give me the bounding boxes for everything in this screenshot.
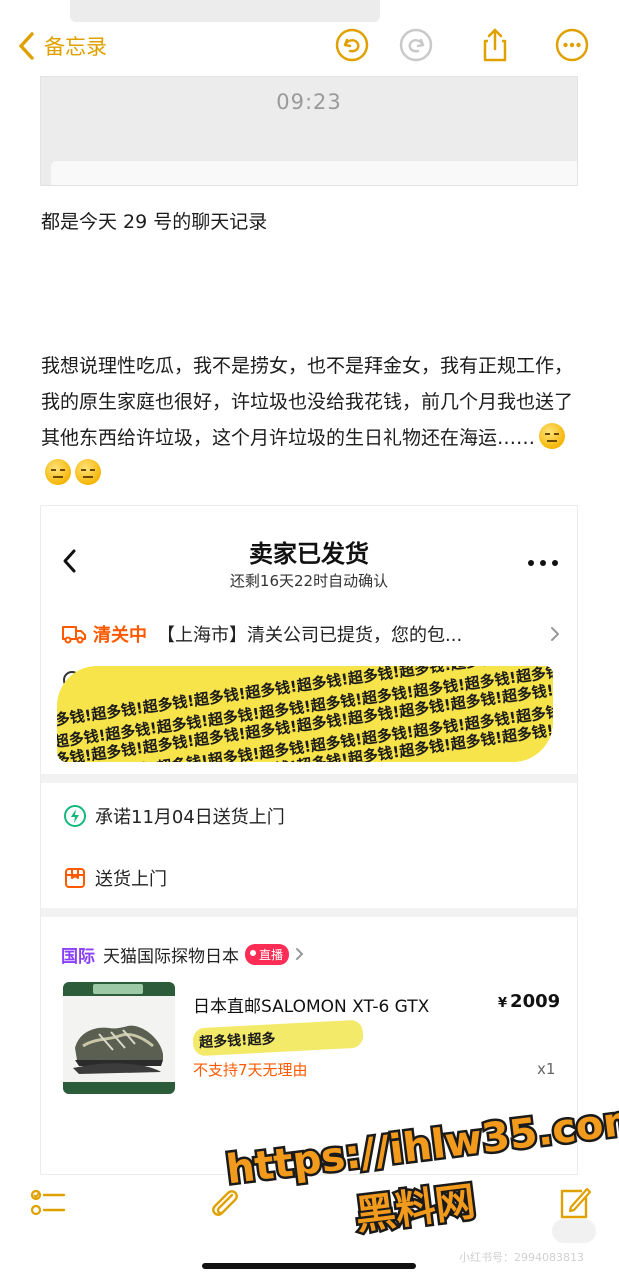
more-dots-icon xyxy=(528,560,558,566)
chat-bubble xyxy=(51,161,577,185)
door-delivery-row: 送货上门 xyxy=(63,863,167,893)
logistics-status: 清关中 xyxy=(93,625,147,646)
expressionless-face-icon xyxy=(75,459,101,485)
logistics-row: 清关中 【上海市】清关公司已提货，您的包... xyxy=(61,618,561,650)
no-return-notice: 不支持7天无理由 xyxy=(193,1061,308,1079)
shop-row: 国际 天猫国际探物日本 直播 xyxy=(61,940,305,968)
home-indicator[interactable] xyxy=(202,1263,416,1269)
package-icon xyxy=(65,868,85,888)
thumbnail-footer xyxy=(63,1082,175,1094)
back-button[interactable]: 备忘录 xyxy=(14,28,107,64)
delivery-promise-text: 承诺11月04日送货上门 xyxy=(95,807,285,828)
xhs-logo xyxy=(552,1219,596,1243)
international-tag: 国际 xyxy=(61,946,95,967)
door-delivery-text: 送货上门 xyxy=(95,869,167,890)
checklist-icon[interactable] xyxy=(30,1185,66,1221)
chevron-right-icon xyxy=(551,627,559,641)
sneaker-icon xyxy=(73,1025,163,1074)
chevron-right-icon xyxy=(296,948,304,960)
note-line-date[interactable]: 都是今天 29 号的聊天记录 xyxy=(41,204,581,240)
note-paragraph[interactable]: 我想说理性吃瓜，我不是捞女，也不是拜金女，我有正规工作，我的原生家庭也很好，许垃… xyxy=(41,348,581,492)
undo-icon[interactable] xyxy=(334,27,370,63)
spec-redaction-sticker: 超多钱!超多 xyxy=(192,1019,364,1057)
expressionless-face-icon xyxy=(539,423,566,449)
notes-bottom-toolbar: 小红书号：2994083813 xyxy=(0,1175,619,1280)
currency-symbol: ¥ xyxy=(498,996,508,1011)
note-paragraph-text: 我想说理性吃瓜，我不是捞女，也不是拜金女，我有正规工作，我的原生家庭也很好，许垃… xyxy=(41,355,574,449)
back-button-label: 备忘录 xyxy=(44,35,107,59)
section-divider xyxy=(41,908,577,917)
order-screenshot-image: 卖家已发货 还剩16天22时自动确认 清关中 【上海市】清关公司已提货，您的包.… xyxy=(40,505,578,1175)
auto-confirm-countdown: 还剩16天22时自动确认 xyxy=(229,572,389,590)
section-divider xyxy=(41,774,577,783)
spec-mask-text: 超多钱!超多 xyxy=(198,1031,276,1052)
notes-nav-bar: 备忘录 xyxy=(0,0,619,80)
share-icon[interactable] xyxy=(477,27,513,63)
price-value: 2009 xyxy=(510,991,561,1012)
more-icon[interactable] xyxy=(554,27,590,63)
redo-icon[interactable] xyxy=(398,27,434,63)
thumbnail-banner xyxy=(63,982,175,996)
delivery-promise-row: 承诺11月04日送货上门 xyxy=(63,801,285,831)
shop-name: 天猫国际探物日本 xyxy=(103,946,239,967)
product-quantity: x1 xyxy=(537,1060,556,1078)
chevron-left-icon xyxy=(19,32,34,60)
live-badge: 直播 xyxy=(245,943,290,965)
cropped-previous-content xyxy=(70,0,380,22)
chat-timestamp: 09:23 xyxy=(276,90,342,114)
compose-icon[interactable] xyxy=(556,1185,592,1221)
lightning-icon xyxy=(64,805,86,827)
xhs-account-id: 小红书号：2994083813 xyxy=(459,1251,584,1264)
product-thumbnail xyxy=(63,982,175,1094)
chat-screenshot-image: 09:23 xyxy=(40,76,578,186)
truck-icon xyxy=(62,626,86,644)
product-price: ¥2009 xyxy=(498,991,560,1012)
address-redaction-sticker: 超多钱!超多钱!超多钱!超多钱!超多钱!超多钱!超多钱!超多钱!超多钱!超多钱!… xyxy=(57,666,553,762)
expressionless-face-icon xyxy=(45,459,71,485)
order-status-title: 卖家已发货 xyxy=(249,540,369,568)
product-name: 日本直邮SALOMON XT-6 GTX xyxy=(193,997,430,1017)
logistics-message: 【上海市】清关公司已提货，您的包... xyxy=(157,625,463,646)
